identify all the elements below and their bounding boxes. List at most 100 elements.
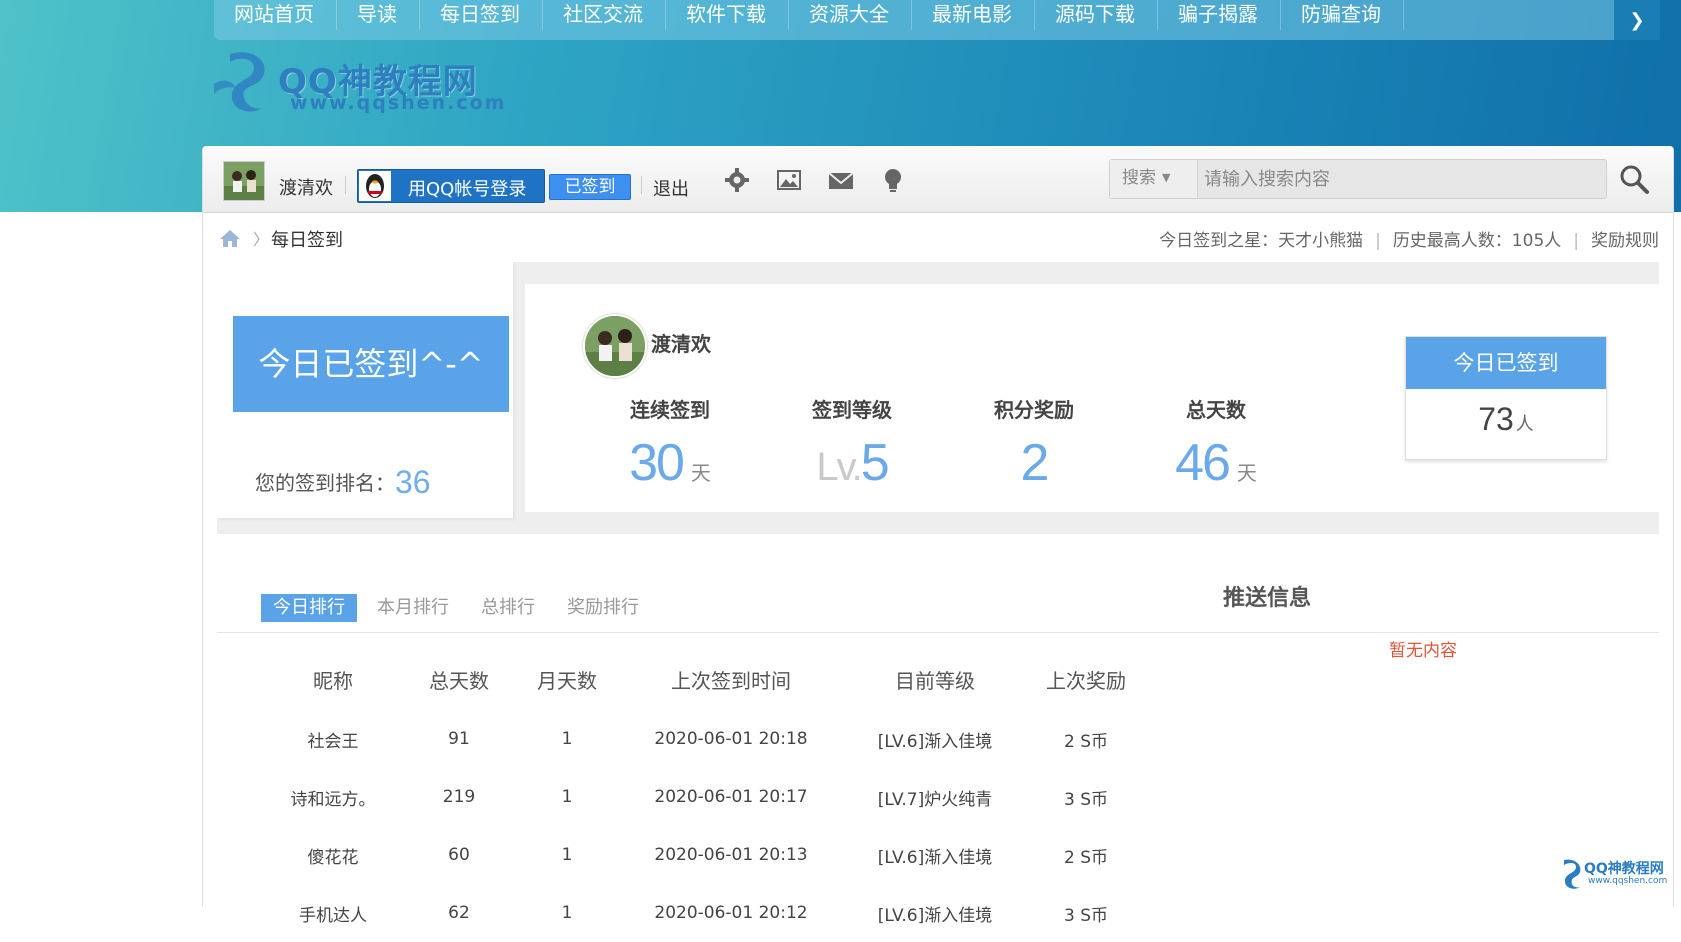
nav-item-guide[interactable]: 导读 <box>337 0 420 30</box>
nav-item-daily-sign[interactable]: 每日签到 <box>420 0 543 30</box>
image-icon[interactable] <box>775 166 803 194</box>
table-row: 社会王 91 1 2020-06-01 20:18 [LV.6]渐入佳境 2 S… <box>261 710 1143 768</box>
nav-item-software[interactable]: 软件下载 <box>666 0 789 30</box>
signed-status-button[interactable]: 今日已签到^-^ <box>233 316 509 412</box>
gear-icon[interactable] <box>723 166 751 194</box>
avatar[interactable] <box>583 314 647 378</box>
table-header-row: 昵称 总天数 月天数 上次签到时间 目前等级 上次奖励 <box>261 648 1143 710</box>
sign-star: 今日签到之星：天才小熊猫 <box>1159 231 1364 251</box>
col-last-reward: 上次奖励 <box>1046 668 1126 693</box>
cell-month-days: 1 <box>561 787 573 807</box>
avatar[interactable] <box>223 161 265 201</box>
stat-value: 46 天 <box>1175 434 1257 492</box>
nav-item-scam-check[interactable]: 防骗查询 <box>1281 0 1404 30</box>
table-row: 手机达人 62 1 2020-06-01 20:12 [LV.6]渐入佳境 3 … <box>261 884 1143 942</box>
watermark-logo: QQ神教程网 www.qqshen.com <box>1556 856 1676 892</box>
panel-username: 渡清欢 <box>651 332 711 356</box>
stat-consecutive-days: 连续签到 30 天 <box>585 394 755 493</box>
search-box: 搜索 ▼ <box>1109 159 1607 199</box>
push-info-title: 推送信息 <box>1223 586 1312 611</box>
ranking-table: 昵称 总天数 月天数 上次签到时间 目前等级 上次奖励 社会王 91 1 202… <box>261 648 1143 942</box>
dragon-logo-icon <box>214 52 265 112</box>
stat-label: 总天数 <box>1186 398 1246 422</box>
cell-last-reward: 3 S币 <box>1063 789 1108 810</box>
tab-month-rank[interactable]: 本月排行 <box>365 594 461 622</box>
cell-last-sign-time: 2020-06-01 20:18 <box>654 729 808 749</box>
stat-label: 连续签到 <box>630 398 710 422</box>
cell-nickname[interactable]: 手机达人 <box>261 884 405 942</box>
qq-login-button[interactable]: 用QQ帐号登录 <box>357 169 545 203</box>
cell-level: [LV.6]渐入佳境 <box>877 847 993 868</box>
cell-last-sign-time: 2020-06-01 20:17 <box>654 787 808 807</box>
dragon-logo-icon <box>1564 859 1581 889</box>
nav-item-home[interactable]: 网站首页 <box>214 0 337 30</box>
tab-total-rank[interactable]: 总排行 <box>469 594 547 622</box>
nav-more-button[interactable]: ❯ <box>1614 0 1660 40</box>
search-input[interactable] <box>1202 163 1586 195</box>
cell-level: [LV.7]炉火纯青 <box>877 789 993 810</box>
nav-item-source-code[interactable]: 源码下载 <box>1035 0 1158 30</box>
cell-nickname[interactable]: 傻花花 <box>261 826 405 884</box>
today-signed-box: 今日已签到 73 人 <box>1405 336 1607 460</box>
breadcrumb-current: 每日签到 <box>271 230 343 251</box>
qq-login-label: 用QQ帐号登录 <box>408 179 527 200</box>
rules-link[interactable]: 奖励规则 <box>1591 231 1659 251</box>
user-bar: 渡清欢 用QQ帐号登录 已签到 退出 搜索 ▼ 请输入搜索内容 <box>203 146 1673 213</box>
search-type-select[interactable]: 搜索 ▼ <box>1110 160 1198 198</box>
divider <box>217 632 1659 633</box>
chevron-right-icon: 〉 <box>253 230 270 249</box>
main-nav: 网站首页 导读 每日签到 社区交流 软件下载 资源大全 最新电影 源码下载 骗子… <box>214 0 1660 40</box>
search-type-label: 搜索 <box>1122 168 1156 188</box>
site-logo[interactable]: QQ神教程网 www.qqshen.com <box>210 44 504 118</box>
cell-nickname[interactable]: 社会王 <box>261 710 405 768</box>
home-icon[interactable] <box>219 228 241 248</box>
cell-level: [LV.6]渐入佳境 <box>877 731 993 752</box>
tab-reward-rank[interactable]: 奖励排行 <box>555 594 651 622</box>
today-signed-title: 今日已签到 <box>1406 337 1606 389</box>
nav-item-community[interactable]: 社区交流 <box>543 0 666 30</box>
table-row: 诗和远方。 219 1 2020-06-01 20:17 [LV.7]炉火纯青 … <box>261 768 1143 826</box>
divider <box>345 176 346 194</box>
signed-button[interactable]: 已签到 <box>549 174 631 200</box>
nav-item-movies[interactable]: 最新电影 <box>912 0 1035 30</box>
push-empty-text: 暂无内容 <box>1389 641 1457 661</box>
col-level: 目前等级 <box>895 668 975 693</box>
nav-item-scam-expose[interactable]: 骗子揭露 <box>1158 0 1281 30</box>
divider <box>641 176 642 194</box>
stat-value: Lv.5 <box>816 434 889 492</box>
col-last-sign-time: 上次签到时间 <box>671 668 791 693</box>
stat-label: 签到等级 <box>812 398 892 422</box>
username[interactable]: 渡清欢 <box>279 174 333 200</box>
sign-rank: 您的签到排名：36 <box>255 464 431 501</box>
search-icon[interactable] <box>1617 162 1651 196</box>
stat-sign-level: 签到等级 Lv.5 <box>767 394 937 493</box>
col-nickname: 昵称 <box>313 668 353 693</box>
sign-summary: 今日签到之星：天才小熊猫 | 历史最高人数：105人 | 奖励规则 <box>1159 231 1659 251</box>
cell-total-days: 60 <box>448 845 470 865</box>
cell-nickname[interactable]: 诗和远方。 <box>261 768 405 826</box>
caret-down-icon: ▼ <box>1162 171 1171 184</box>
cell-total-days: 91 <box>448 729 470 749</box>
today-signed-count: 73 人 <box>1478 401 1534 437</box>
cell-month-days: 1 <box>561 729 573 749</box>
tab-today-rank[interactable]: 今日排行 <box>261 594 357 622</box>
mail-icon[interactable] <box>827 166 855 194</box>
cell-month-days: 1 <box>561 845 573 865</box>
cell-level: [LV.6]渐入佳境 <box>877 905 993 926</box>
qq-penguin-icon <box>359 171 391 201</box>
cell-last-sign-time: 2020-06-01 20:13 <box>654 845 808 865</box>
bulb-icon[interactable] <box>879 166 907 194</box>
cell-last-reward: 2 S币 <box>1063 847 1108 868</box>
cell-total-days: 219 <box>442 787 476 807</box>
ranking-tabs: 今日排行 本月排行 总排行 奖励排行 <box>261 594 659 622</box>
cell-last-sign-time: 2020-06-01 20:12 <box>654 903 808 923</box>
sign-rank-label: 您的签到排名： <box>255 471 395 495</box>
logout-link[interactable]: 退出 <box>653 175 689 201</box>
nav-item-resources[interactable]: 资源大全 <box>789 0 912 30</box>
col-month-days: 月天数 <box>537 668 597 693</box>
logo-url: www.qqshen.com <box>290 92 507 114</box>
sign-rank-value: 36 <box>395 464 431 500</box>
main-container: 渡清欢 用QQ帐号登录 已签到 退出 搜索 ▼ 请输入搜索内容 〉 每日签到 今… <box>202 146 1674 926</box>
cell-total-days: 62 <box>448 903 470 923</box>
chevron-down-icon: ❯ <box>1629 9 1645 31</box>
